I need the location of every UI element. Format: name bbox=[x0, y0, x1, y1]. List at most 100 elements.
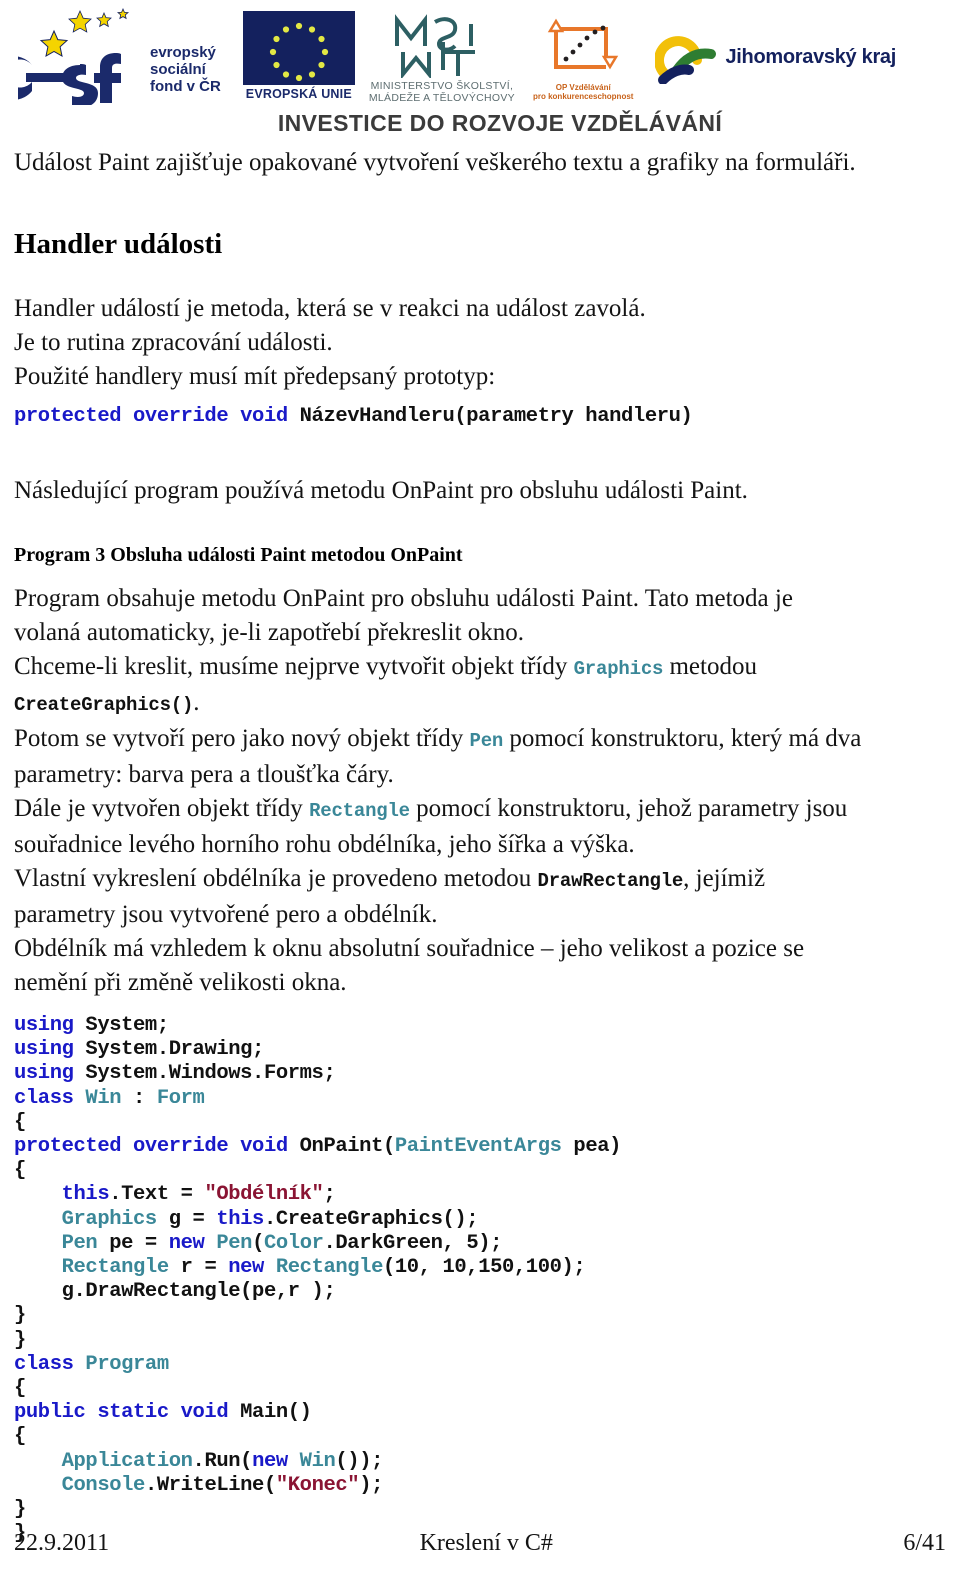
inline-code-rectangle: Rectangle bbox=[309, 800, 410, 822]
code-token: pea) bbox=[561, 1135, 622, 1159]
code-line: Console.WriteLine("Konec"); bbox=[14, 1474, 946, 1498]
code-token: public static void bbox=[14, 1401, 241, 1425]
code-token: class bbox=[14, 1086, 86, 1110]
paragraph-following-program: Následující program používá metodu OnPai… bbox=[14, 477, 748, 504]
code-line: { bbox=[14, 1377, 946, 1401]
paragraph-routine: Je to rutina zpracování události. bbox=[14, 329, 333, 356]
inline-code-pen: Pen bbox=[469, 730, 504, 752]
desc-line-10: parametry jsou vytvořené pero a obdélník… bbox=[14, 901, 438, 928]
code-token: new bbox=[168, 1231, 217, 1255]
desc-line-6: parametry: barva pera a tloušťka čáry. bbox=[14, 761, 394, 788]
desc-line-9-a: Vlastní vykreslení obdélníka je proveden… bbox=[14, 865, 538, 892]
code-token: System.Drawing; bbox=[85, 1038, 264, 1062]
eu-logo: EVROPSKÁ UNIE bbox=[242, 11, 355, 101]
code-token: OnPaint( bbox=[299, 1135, 396, 1159]
code-token: ; bbox=[323, 1183, 336, 1207]
code-token: g.DrawRectangle(pe,r ); bbox=[14, 1280, 336, 1304]
code-token: this bbox=[216, 1207, 264, 1231]
code-token: "Obdélník" bbox=[204, 1183, 324, 1207]
esf-line-3: fond v ČR bbox=[150, 77, 221, 95]
code-token: Program bbox=[85, 1352, 169, 1376]
code-token: { bbox=[14, 1110, 26, 1134]
jmk-mark-icon bbox=[654, 30, 717, 85]
footer-page-number: 6/41 bbox=[903, 1530, 946, 1556]
prototype-keywords: protected override void bbox=[14, 405, 300, 428]
code-token: { bbox=[14, 1159, 26, 1183]
code-token: r = bbox=[168, 1256, 229, 1280]
msmt-logo: MINISTERSTVO ŠKOLSTVÍ, MLÁDEŽE A TĚLOVÝC… bbox=[369, 8, 515, 104]
code-token: Pen bbox=[216, 1231, 253, 1255]
code-token: Color bbox=[263, 1231, 324, 1255]
opvk-label-1: OP Vzdělávání bbox=[555, 82, 611, 92]
footer-date: 22.9.2011 bbox=[14, 1530, 110, 1556]
code-line: } bbox=[14, 1498, 946, 1522]
code-token: Pen bbox=[61, 1231, 98, 1255]
desc-line-9-b: , jejímiž bbox=[683, 865, 766, 892]
code-line: { bbox=[14, 1111, 946, 1135]
jihomoravsky-kraj-logo: Jihomoravský kraj bbox=[654, 28, 896, 85]
msmt-logo-label: MINISTERSTVO ŠKOLSTVÍ, MLÁDEŽE A TĚLOVÝC… bbox=[369, 80, 515, 104]
code-token: Console bbox=[61, 1473, 146, 1497]
code-token: class bbox=[14, 1352, 86, 1376]
desc-line-3-b: metodou bbox=[663, 653, 757, 680]
code-token: Graphics bbox=[61, 1207, 158, 1231]
code-token: new bbox=[252, 1449, 300, 1473]
code-token: using bbox=[14, 1038, 86, 1062]
inline-code-graphics: Graphics bbox=[573, 658, 664, 680]
paragraph-handler-definition: Handler událostí je metoda, která se v r… bbox=[14, 295, 646, 322]
code-token: PaintEventArgs bbox=[394, 1135, 562, 1159]
code-token: ( bbox=[252, 1231, 264, 1255]
code-line: public static void Main() bbox=[14, 1401, 946, 1425]
code-line: g.DrawRectangle(pe,r ); bbox=[14, 1280, 946, 1304]
desc-line-7: Dále je vytvořen objekt třídy Rectangle … bbox=[14, 792, 946, 828]
desc-line-2: volaná automaticky, je-li zapotřebí přek… bbox=[14, 619, 525, 646]
code-token: Rectangle bbox=[275, 1256, 384, 1280]
inline-code-creategraphics: CreateGraphics() bbox=[14, 694, 194, 716]
page-footer: 22.9.2011 Kreslení v C# 6/41 bbox=[14, 1530, 946, 1557]
esf-logo: evropský sociální fond v ČR bbox=[0, 7, 221, 108]
code-token: Application bbox=[61, 1449, 193, 1473]
msmt-label-1: MINISTERSTVO ŠKOLSTVÍ, bbox=[370, 80, 514, 92]
desc-line-5: Potom se vytvoří pero jako nový objekt t… bbox=[14, 722, 946, 758]
code-line: class Program bbox=[14, 1353, 946, 1377]
esf-mark-icon bbox=[0, 7, 148, 108]
desc-line-5-b: pomocí konstruktoru, který má dva bbox=[503, 725, 862, 752]
eu-logo-label: EVROPSKÁ UNIE bbox=[245, 87, 352, 101]
opvk-logo: OP Vzdělávání pro konkurenceschopnost bbox=[533, 11, 633, 102]
code-line: using System.Windows.Forms; bbox=[14, 1062, 946, 1086]
code-token: protected override void bbox=[14, 1135, 300, 1159]
code-token: this bbox=[61, 1183, 110, 1207]
code-token: } bbox=[14, 1304, 26, 1328]
code-token: (10, 10,150,100); bbox=[382, 1256, 586, 1280]
esf-logo-text: evropský sociální fond v ČR bbox=[150, 18, 221, 95]
code-token: g = bbox=[156, 1207, 217, 1231]
opvk-label-2: pro konkurenceschopnost bbox=[532, 92, 634, 101]
code-line: class Win : Form bbox=[14, 1087, 946, 1111]
code-token: .Run( bbox=[192, 1449, 253, 1473]
code-token: using bbox=[14, 1062, 86, 1086]
desc-line-7-a: Dále je vytvořen objekt třídy bbox=[14, 795, 310, 822]
code-token: } bbox=[14, 1498, 26, 1522]
section-heading-handler-udalosti: Handler události bbox=[14, 228, 223, 260]
desc-line-5-a: Potom se vytvoří pero jako nový objekt t… bbox=[14, 725, 470, 752]
code-line: Pen pe = new Pen(Color.DarkGreen, 5); bbox=[14, 1232, 946, 1256]
code-token: new bbox=[228, 1256, 276, 1280]
document-page: evropský sociální fond v ČR EVROPSKÁ UNI… bbox=[0, 0, 960, 1571]
eu-funding-banner: evropský sociální fond v ČR EVROPSKÁ UNI… bbox=[0, 0, 960, 146]
code-token: Main() bbox=[240, 1401, 312, 1425]
esf-line-2: sociální bbox=[150, 60, 206, 78]
code-token: Form bbox=[156, 1086, 205, 1110]
code-line: protected override void OnPaint(PaintEve… bbox=[14, 1135, 946, 1159]
code-line: using System; bbox=[14, 1014, 946, 1038]
msmt-mark-icon bbox=[383, 12, 501, 80]
document-content: Událost Paint zajišťuje opakované vytvoř… bbox=[0, 146, 960, 1546]
code-token: ); bbox=[359, 1473, 384, 1497]
code-line: Graphics g = this.CreateGraphics(); bbox=[14, 1208, 946, 1232]
code-line: } bbox=[14, 1329, 946, 1353]
code-token: .CreateGraphics(); bbox=[263, 1207, 479, 1231]
